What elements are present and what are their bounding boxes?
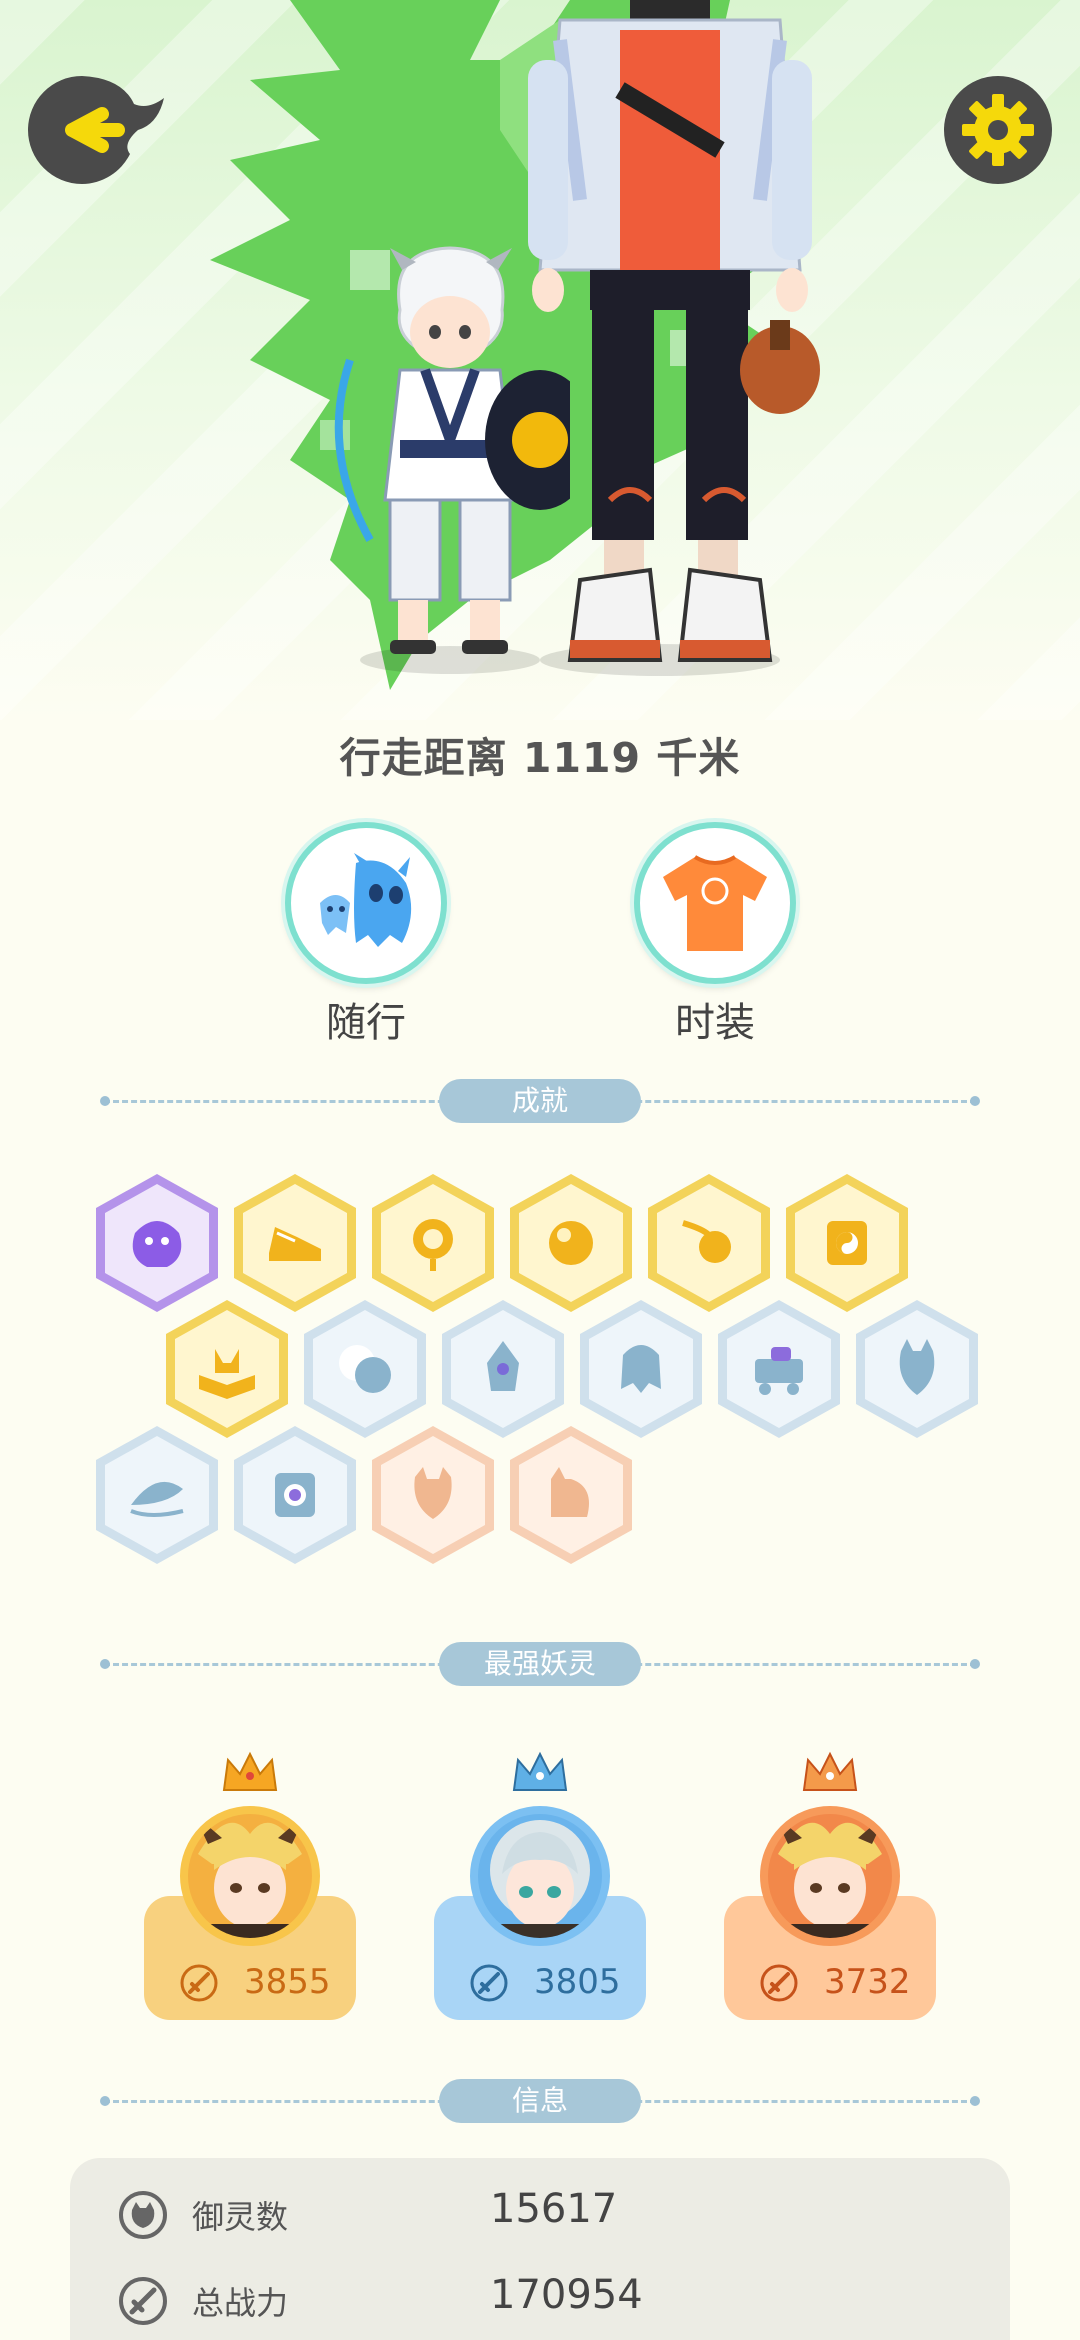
gold-crown-icon	[222, 1751, 278, 1791]
divider-dot	[970, 1659, 980, 1669]
blue-scroll-icon	[234, 1426, 356, 1564]
companion-label: 随行	[326, 1000, 406, 1046]
back-arrow-icon	[28, 76, 164, 184]
sword-power-icon	[760, 1964, 798, 2002]
info-divider: 信息	[100, 2079, 980, 2123]
peach-demon-icon	[372, 1426, 494, 1564]
horned-spirit-portrait	[194, 1814, 306, 1938]
divider-dot	[970, 2096, 980, 2106]
spirit-avatar	[470, 1806, 610, 1946]
strongest-divider: 最强妖灵	[100, 1642, 980, 1686]
achievement-badge-purple-spirit[interactable]	[90, 1170, 224, 1316]
sword-power-icon	[470, 1964, 508, 2002]
info-panel: 御灵数 15617 总战力 170954	[70, 2158, 1010, 2340]
sword-power-icon	[119, 2277, 167, 2325]
blue-moon-icon	[304, 1300, 426, 1438]
achievement-badge-peach-cat[interactable]	[504, 1422, 638, 1568]
blue-cart-icon	[718, 1300, 840, 1438]
info-value: 170954	[490, 2272, 643, 2318]
info-label: 御灵数	[192, 2198, 289, 2236]
divider-dot	[100, 1659, 110, 1669]
achievement-badge-gold-yinyang[interactable]	[780, 1170, 914, 1316]
blue-crystal-icon	[442, 1300, 564, 1438]
achievement-grid	[0, 1170, 1080, 1590]
spirit-avatar	[180, 1806, 320, 1946]
section-title-info: 信息	[439, 2079, 641, 2123]
section-title-strongest: 最强妖灵	[439, 1642, 641, 1686]
achievement-badge-blue-scroll[interactable]	[228, 1422, 362, 1568]
info-row-spirit-count: 御灵数 15617	[70, 2172, 1010, 2252]
gold-shoe-icon	[234, 1174, 356, 1312]
fashion-button[interactable]: 时装	[630, 822, 800, 1048]
gold-comet-icon	[648, 1174, 770, 1312]
horned-spirit-portrait	[774, 1814, 886, 1938]
achievement-badge-gold-orb[interactable]	[504, 1170, 638, 1316]
divider-dot	[100, 2096, 110, 2106]
achievement-badge-gold-sun[interactable]	[366, 1170, 500, 1316]
achievement-badge-blue-cat[interactable]	[850, 1296, 984, 1442]
blue-crown-icon	[512, 1751, 568, 1791]
settings-button[interactable]	[942, 74, 1054, 186]
gear-icon	[944, 76, 1052, 184]
adult-character	[528, 0, 820, 676]
walking-distance: 行走距离 1119 千米	[339, 734, 741, 782]
shirt-icon	[663, 855, 767, 951]
divider-dot	[970, 1096, 980, 1106]
achievement-badge-peach-demon[interactable]	[366, 1422, 500, 1568]
blue-fish-icon	[96, 1426, 218, 1564]
spirit-count-icon	[119, 2191, 167, 2239]
achievements-divider: 成就	[100, 1079, 980, 1123]
achievement-badge-blue-spirit[interactable]	[574, 1296, 708, 1442]
gold-orb-icon	[510, 1174, 632, 1312]
blue-spirit-icon	[580, 1300, 702, 1438]
spirit-score: 3855	[244, 1962, 331, 2002]
spirit-avatar	[760, 1806, 900, 1946]
achievement-badge-blue-cart[interactable]	[712, 1296, 846, 1442]
gold-yinyang-icon	[786, 1174, 908, 1312]
orange-crown-icon	[802, 1751, 858, 1791]
achievement-badge-gold-comet[interactable]	[642, 1170, 776, 1316]
peach-cat-icon	[510, 1426, 632, 1564]
gold-sun-icon	[372, 1174, 494, 1312]
info-row-total-power: 总战力 170954	[70, 2258, 1010, 2338]
achievement-badge-blue-moon[interactable]	[298, 1296, 432, 1442]
achievement-badge-blue-fish[interactable]	[90, 1422, 224, 1568]
fashion-label: 时装	[675, 1000, 755, 1046]
info-label: 总战力	[192, 2284, 289, 2322]
achievement-badge-gold-shoe[interactable]	[228, 1170, 362, 1316]
section-title-achievements: 成就	[439, 1079, 641, 1123]
gold-book-icon	[166, 1300, 288, 1438]
divider-dot	[100, 1096, 110, 1106]
silver-hair-spirit-portrait	[490, 1820, 590, 1938]
strongest-spirit-1[interactable]: 3855	[144, 1746, 356, 2026]
companion-circle	[285, 822, 447, 984]
spirit-score: 3732	[824, 1962, 911, 2002]
strongest-spirit-3[interactable]: 3732	[724, 1746, 936, 2026]
sword-power-icon	[180, 1964, 218, 2002]
purple-spirit-icon	[96, 1174, 218, 1312]
companion-button[interactable]: 随行	[281, 822, 451, 1048]
back-button[interactable]	[26, 74, 166, 186]
ghost-companion-icon	[320, 853, 412, 947]
strongest-spirit-2[interactable]: 3805	[434, 1746, 646, 2026]
spirit-score: 3805	[534, 1962, 621, 2002]
info-value: 15617	[490, 2186, 618, 2232]
achievement-badge-blue-crystal[interactable]	[436, 1296, 570, 1442]
achievement-badge-gold-book[interactable]	[160, 1296, 294, 1442]
fashion-circle	[634, 822, 796, 984]
blue-cat-icon	[856, 1300, 978, 1438]
